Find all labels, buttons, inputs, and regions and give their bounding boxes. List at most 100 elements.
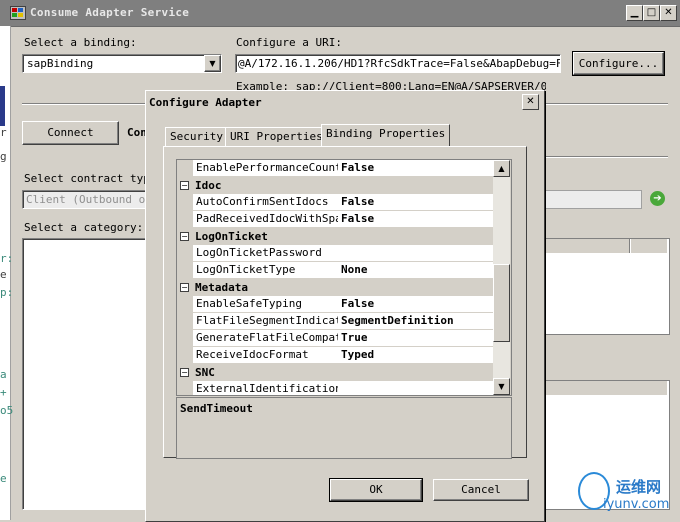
category-name: SNC — [195, 366, 215, 379]
contract-select[interactable]: Client (Outbound ope — [22, 190, 158, 209]
configure-button[interactable]: Configure... — [572, 51, 665, 76]
collapse-icon[interactable]: − — [180, 232, 189, 241]
search-field[interactable] — [540, 190, 642, 209]
left-fragment: a — [0, 368, 7, 381]
cancel-button[interactable]: Cancel — [433, 479, 529, 501]
left-fragment: + — [0, 386, 7, 399]
property-value[interactable]: False — [338, 194, 496, 211]
chevron-down-icon[interactable]: ▼ — [204, 55, 221, 72]
property-name: EnablePerformanceCounte: — [193, 160, 341, 177]
go-arrow-icon[interactable]: ➔ — [650, 191, 665, 206]
binding-select[interactable]: sapBinding ▼ — [22, 54, 222, 73]
uri-input[interactable]: @A/172.16.1.206/HD1?RfcSdkTrace=False&Ab… — [235, 54, 561, 73]
minimize-icon: ▁ — [630, 7, 639, 18]
grid-scrollbar[interactable]: ▲ ▼ — [493, 160, 510, 395]
collapse-icon[interactable]: − — [180, 181, 189, 190]
left-fragment: e — [0, 268, 7, 281]
ok-button[interactable]: OK — [329, 478, 423, 502]
row-gutter — [177, 330, 193, 347]
property-name: FlatFileSegmentIndicato: — [193, 313, 341, 330]
row-gutter — [177, 160, 193, 177]
left-fragment: r — [0, 126, 7, 139]
operations-list[interactable] — [540, 238, 670, 335]
scroll-down-icon[interactable]: ▼ — [493, 378, 510, 395]
close-button[interactable]: ✕ — [660, 5, 677, 21]
category-name: LogOnTicket — [195, 230, 268, 243]
category-label: Select a category: — [24, 221, 144, 234]
property-name: LogOnTicketPassword — [193, 245, 341, 262]
connection-status: Con — [127, 126, 147, 139]
scroll-up-icon[interactable]: ▲ — [493, 160, 510, 177]
property-description-panel: SendTimeout — [176, 397, 512, 459]
property-row[interactable]: FlatFileSegmentIndicato: SegmentDefinitio… — [177, 313, 496, 330]
property-category[interactable]: − SNC — [177, 364, 493, 381]
row-gutter — [177, 347, 193, 364]
tab-binding-properties[interactable]: Binding Properties — [321, 124, 451, 146]
row-gutter — [177, 262, 193, 279]
property-rows: EnablePerformanceCounte: False − Idoc AutoCo… — [177, 160, 496, 395]
property-row[interactable]: EnablePerformanceCounte: False — [177, 160, 496, 177]
connect-button[interactable]: Connect — [22, 121, 119, 145]
property-value[interactable]: Typed — [338, 347, 496, 364]
collapse-icon[interactable]: − — [180, 368, 189, 377]
configure-adapter-dialog: Configure Adapter ✕ Security URI Propert… — [145, 90, 545, 522]
minimize-button[interactable]: ▁ — [626, 5, 643, 21]
property-row[interactable]: LogOnTicketPassword — [177, 245, 496, 262]
dialog-title: Configure Adapter — [149, 96, 262, 109]
close-icon: ✕ — [664, 7, 673, 18]
contract-value: Client (Outbound ope — [26, 193, 159, 206]
property-row[interactable]: GenerateFlatFileCompati True — [177, 330, 496, 347]
row-gutter — [177, 296, 193, 313]
contract-label: Select contract type — [24, 172, 157, 185]
property-name: EnableSafeTyping — [193, 296, 341, 313]
background-marker — [0, 86, 5, 126]
app-icon — [10, 6, 26, 20]
property-category[interactable]: − Metadata — [177, 279, 493, 296]
property-name: GenerateFlatFileCompati — [193, 330, 341, 347]
tab-security[interactable]: Security — [165, 127, 228, 146]
property-name: LogOnTicketType — [193, 262, 341, 279]
window-title: Consume Adapter Service — [30, 6, 190, 19]
property-row[interactable]: EnableSafeTyping False — [177, 296, 496, 313]
property-value[interactable]: False — [338, 160, 496, 177]
property-grid[interactable]: EnablePerformanceCounte: False − Idoc AutoCo… — [176, 159, 512, 396]
property-category[interactable]: − LogOnTicket — [177, 228, 493, 245]
property-value[interactable] — [338, 245, 496, 262]
property-value[interactable]: SegmentDefinition — [338, 313, 496, 330]
category-tree[interactable] — [22, 238, 148, 510]
property-name: ReceiveIdocFormat — [193, 347, 341, 364]
list-header — [631, 239, 667, 253]
property-value[interactable]: True — [338, 330, 496, 347]
property-row[interactable]: LogOnTicketType None — [177, 262, 496, 279]
property-value[interactable]: False — [338, 296, 496, 313]
left-fragment: e — [0, 472, 7, 485]
tab-uri-properties[interactable]: URI Properties — [225, 127, 328, 146]
list-header — [541, 381, 667, 395]
property-value[interactable] — [338, 381, 496, 395]
property-value[interactable]: False — [338, 211, 496, 228]
maximize-button[interactable]: □ — [643, 5, 660, 21]
property-row[interactable]: ReceiveIdocFormat Typed — [177, 347, 496, 364]
left-fragment: p: — [0, 286, 14, 299]
row-gutter — [177, 194, 193, 211]
binding-label: Select a binding: — [24, 36, 137, 49]
scroll-thumb[interactable] — [493, 264, 510, 342]
collapse-icon[interactable]: − — [180, 283, 189, 292]
binding-value: sapBinding — [27, 57, 94, 70]
maximize-icon: □ — [646, 7, 657, 18]
dialog-title-bar: Configure Adapter ✕ — [146, 91, 542, 113]
property-row[interactable]: AutoConfirmSentIdocs False — [177, 194, 496, 211]
property-name: PadReceivedIdocWithSpac — [193, 211, 341, 228]
row-gutter — [177, 381, 193, 395]
row-gutter — [177, 313, 193, 330]
window-title-bar: Consume Adapter Service ▁ □ ✕ — [0, 0, 680, 27]
property-row[interactable]: ExternalIdentificationD — [177, 381, 496, 395]
close-icon: ✕ — [526, 96, 535, 107]
left-fragment: g — [0, 150, 7, 163]
property-category[interactable]: − Idoc — [177, 177, 493, 194]
row-gutter — [177, 245, 193, 262]
property-value[interactable]: None — [338, 262, 496, 279]
property-row[interactable]: PadReceivedIdocWithSpac False — [177, 211, 496, 228]
uri-label: Configure a URI: — [236, 36, 342, 49]
dialog-close-button[interactable]: ✕ — [522, 94, 539, 110]
